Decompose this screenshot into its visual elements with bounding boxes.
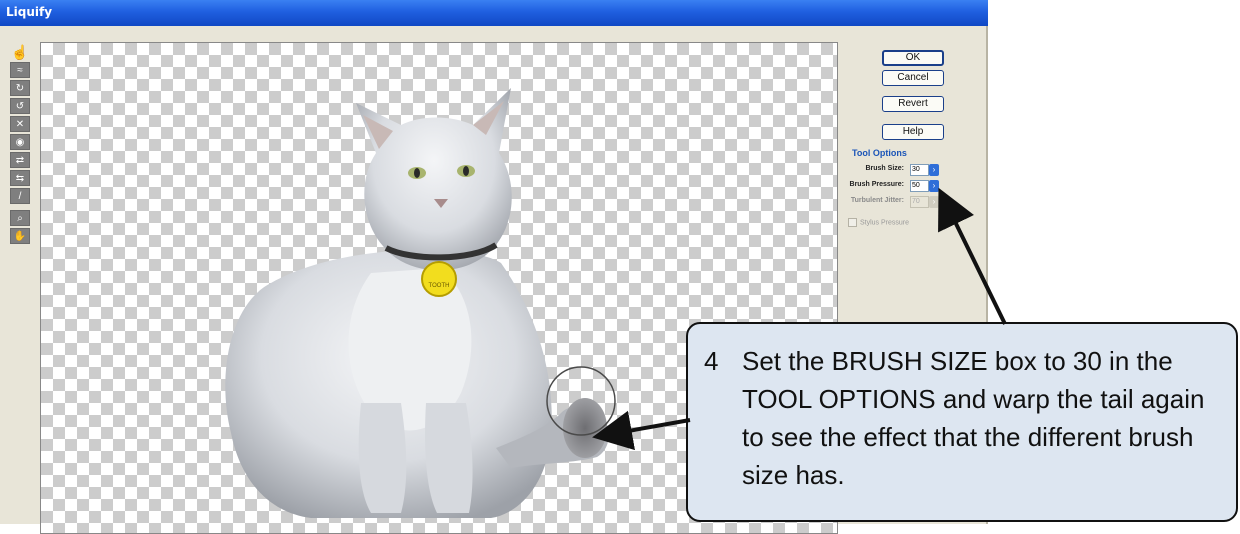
cancel-button[interactable]: Cancel xyxy=(882,70,944,86)
hand-icon[interactable]: ✋ xyxy=(10,228,30,244)
turbulent-jitter-arrow-icon[interactable]: › xyxy=(929,196,939,208)
ok-button[interactable]: OK xyxy=(882,50,944,66)
twirl-counterclockwise-icon[interactable]: ↺ xyxy=(10,98,30,114)
tool-palette: ☝ ≈ ↻ ↺ ✕ ◉ ⇄ ⇆ / ⌕ ✋ xyxy=(10,44,32,246)
bloat-icon[interactable]: ◉ xyxy=(10,134,30,150)
brush-pressure-label: Brush Pressure: xyxy=(849,181,904,188)
step-number: 4 xyxy=(704,346,719,376)
warp-tool-icon[interactable]: ☝ xyxy=(10,44,30,60)
tool-options-heading: Tool Options xyxy=(852,148,907,158)
brush-pressure-arrow-icon[interactable]: › xyxy=(929,180,939,192)
window-title: Liquify xyxy=(6,5,53,19)
turbulent-jitter-input[interactable]: 70 xyxy=(910,196,929,208)
turbulent-jitter-label: Turbulent Jitter: xyxy=(850,197,904,204)
collar-tag-label: TOOTH xyxy=(429,283,450,289)
stylus-pressure-label: Stylus Pressure xyxy=(860,219,910,227)
reflection-icon[interactable]: ⇆ xyxy=(10,170,30,186)
turbulent-jitter-row: Turbulent Jitter: 70 › xyxy=(848,196,958,208)
checkbox-icon xyxy=(848,218,857,227)
brush-pressure-input[interactable]: 50 xyxy=(910,180,929,192)
turbulence-tool-icon[interactable]: ≈ xyxy=(10,62,30,78)
help-button[interactable]: Help xyxy=(882,124,944,140)
title-bar[interactable]: Liquify xyxy=(0,0,988,26)
brush-size-row: Brush Size: 30 › xyxy=(848,164,958,176)
revert-button[interactable]: Revert xyxy=(882,96,944,112)
pucker-icon[interactable]: ✕ xyxy=(10,116,30,132)
step-text: Set the BRUSH SIZE box to 30 in the TOOL… xyxy=(742,346,1205,490)
brush-pressure-row: Brush Pressure: 50 › xyxy=(848,180,958,192)
shift-pixels-icon[interactable]: ⇄ xyxy=(10,152,30,168)
reconstruct-icon[interactable]: / xyxy=(10,188,30,204)
instruction-callout: 4 Set the BRUSH SIZE box to 30 in the TO… xyxy=(686,322,1238,522)
brush-size-input[interactable]: 30 xyxy=(910,164,929,176)
stylus-pressure-checkbox[interactable]: Stylus Pressure xyxy=(848,218,909,227)
twirl-clockwise-icon[interactable]: ↻ xyxy=(10,80,30,96)
brush-size-arrow-icon[interactable]: › xyxy=(929,164,939,176)
zoom-icon[interactable]: ⌕ xyxy=(10,210,30,226)
brush-size-label: Brush Size: xyxy=(865,165,904,172)
